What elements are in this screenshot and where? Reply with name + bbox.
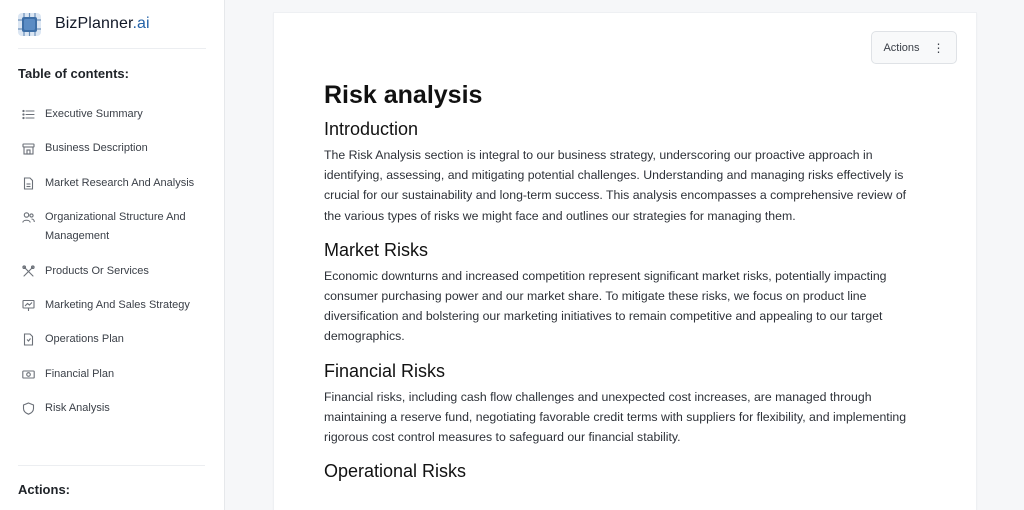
toc-item-market-research[interactable]: Market Research And Analysis	[22, 174, 207, 193]
more-vertical-icon: ⋮	[932, 40, 945, 55]
toc-item-label: Marketing And Sales Strategy	[45, 298, 190, 311]
toc-item-org-structure[interactable]: Organizational Structure And Management	[22, 208, 207, 246]
toc-item-label: Organizational Structure And Management	[45, 211, 186, 243]
actions-button[interactable]: Actions ⋮	[871, 31, 957, 64]
shield-icon	[22, 402, 35, 415]
brand[interactable]: BizPlanner.ai	[0, 0, 224, 48]
sidebar-divider	[18, 465, 205, 466]
toc-item-operations-plan[interactable]: Operations Plan	[22, 330, 207, 349]
presentation-icon	[22, 299, 35, 312]
building-icon	[22, 142, 35, 155]
toc-item-financial-plan[interactable]: Financial Plan	[22, 365, 207, 384]
toc-item-label: Products Or Services	[45, 264, 149, 277]
toc-item-risk-analysis[interactable]: Risk Analysis	[22, 399, 207, 418]
page-title: Risk analysis	[324, 81, 483, 109]
actions-title: Actions:	[18, 482, 70, 497]
toc-list: Executive Summary Business Description M…	[22, 105, 207, 434]
toc-item-business-description[interactable]: Business Description	[22, 139, 207, 158]
toc-item-products-services[interactable]: Products Or Services	[22, 262, 207, 281]
toc-item-label: Business Description	[45, 142, 148, 155]
sidebar: BizPlanner.ai Table of contents: Executi…	[0, 0, 225, 510]
toc-item-executive-summary[interactable]: Executive Summary	[22, 105, 207, 124]
ai-chip-logo-icon	[17, 12, 42, 37]
users-icon	[22, 211, 35, 224]
section-body: The Risk Analysis section is integral to…	[324, 148, 907, 223]
file-icon	[22, 333, 35, 346]
brand-name: BizPlanner.ai	[55, 15, 150, 32]
tools-icon	[22, 264, 35, 278]
section-heading: Operational Risks	[324, 461, 467, 482]
toc-item-marketing-sales[interactable]: Marketing And Sales Strategy	[22, 296, 207, 315]
actions-button-label: Actions	[883, 41, 920, 54]
toc-item-label: Risk Analysis	[45, 402, 110, 415]
toc-item-label: Operations Plan	[45, 333, 124, 346]
document-icon	[22, 177, 35, 190]
list-icon	[22, 108, 35, 121]
sidebar-divider	[18, 48, 206, 49]
section-heading: Introduction	[324, 119, 419, 139]
toc-item-label: Executive Summary	[45, 108, 143, 120]
section-body: Economic downturns and increased competi…	[324, 268, 887, 344]
cash-icon	[22, 368, 35, 381]
toc-title: Table of contents:	[18, 66, 129, 81]
section-heading: Financial Risks	[324, 360, 446, 381]
document-content: Risk analysis Introduction The Risk Anal…	[324, 79, 924, 487]
section-heading: Market Risks	[324, 239, 429, 260]
document-card: Actions ⋮ Risk analysis Introduction The…	[273, 12, 977, 510]
toc-item-label: Financial Plan	[45, 367, 115, 380]
section-body: Financial risks, including cash flow cha…	[324, 389, 907, 445]
toc-item-label: Market Research And Analysis	[45, 176, 195, 189]
